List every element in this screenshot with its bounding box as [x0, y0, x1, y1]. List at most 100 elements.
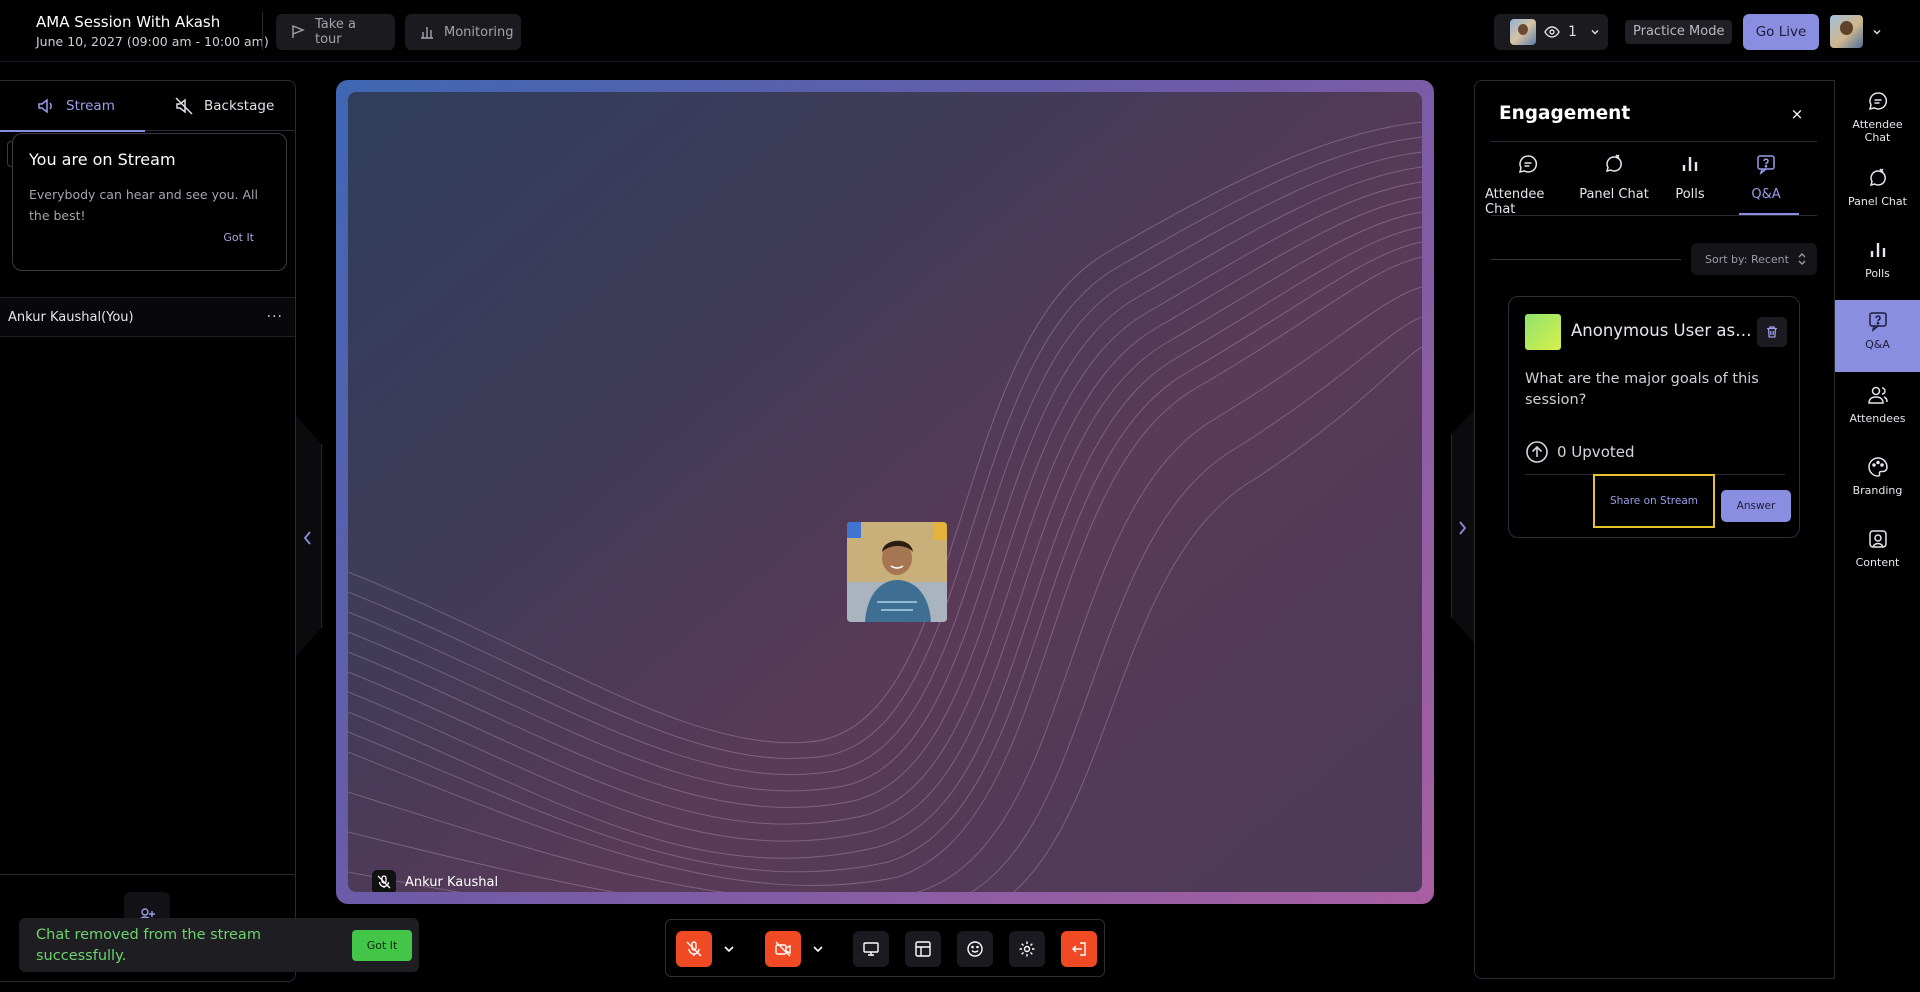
- poll-icon: [1679, 153, 1701, 175]
- rail-branding[interactable]: Branding: [1835, 454, 1920, 514]
- tab-qa-label: Q&A: [1751, 187, 1781, 202]
- upvote-icon: [1525, 440, 1549, 464]
- tab-qa[interactable]: Q&A: [1723, 153, 1809, 202]
- upvote-count[interactable]: 0 Upvoted: [1525, 440, 1635, 464]
- top-header: AMA Session With Akash June 10, 2027 (09…: [0, 0, 1920, 62]
- rail-attendee-chat-label: Attendee Chat: [1852, 118, 1903, 144]
- speaker-icon: [36, 96, 56, 116]
- rail-attendee-chat[interactable]: Attendee Chat: [1835, 88, 1920, 148]
- sort-label: Sort by: Recent: [1705, 252, 1789, 266]
- chevron-left-icon[interactable]: [302, 530, 314, 546]
- settings-button[interactable]: [1009, 931, 1045, 967]
- upvote-label: 0 Upvoted: [1557, 443, 1635, 461]
- monitoring-button[interactable]: Monitoring: [405, 14, 521, 50]
- close-icon[interactable]: ×: [1787, 104, 1807, 124]
- participant-name: Ankur Kaushal(You): [8, 309, 134, 325]
- chevron-down-icon: [722, 942, 736, 956]
- mic-options-button[interactable]: [716, 931, 742, 967]
- presenter-photo: [847, 522, 947, 622]
- chevron-right-icon[interactable]: [1456, 520, 1468, 536]
- camera-options-button[interactable]: [805, 931, 831, 967]
- asker-name: Anonymous User asked: [1571, 321, 1753, 340]
- tab-panel-chat[interactable]: Panel Chat: [1571, 153, 1657, 202]
- stream-stage: Ankur Kaushal: [336, 80, 1434, 904]
- answer-button[interactable]: Answer: [1721, 490, 1791, 522]
- monitor-icon: [862, 940, 880, 958]
- panel-divider: [0, 874, 295, 875]
- rail-polls[interactable]: Polls: [1835, 237, 1920, 297]
- chevron-down-icon[interactable]: [1871, 26, 1883, 38]
- tab-polls[interactable]: Polls: [1647, 153, 1733, 202]
- chat-icon: [1517, 153, 1539, 175]
- sort-dropdown[interactable]: Sort by: Recent: [1691, 243, 1817, 275]
- camera-toggle-button[interactable]: [765, 931, 801, 967]
- chevron-down-icon: [811, 942, 825, 956]
- rail-attendees-label: Attendees: [1849, 412, 1906, 425]
- filter-underline: [1491, 259, 1681, 260]
- rail-qa[interactable]: Q&A: [1835, 300, 1920, 372]
- engagement-title: Engagement: [1499, 103, 1631, 124]
- tab-attendee-chat[interactable]: Attendee Chat: [1485, 153, 1571, 217]
- chat-icon: [1867, 90, 1889, 112]
- tabs-divider: [1491, 215, 1817, 216]
- leave-button[interactable]: [1061, 931, 1097, 967]
- take-tour-button[interactable]: Take a tour: [276, 14, 395, 50]
- tab-attendee-chat-label: Attendee Chat: [1485, 187, 1545, 217]
- participant-row[interactable]: Ankur Kaushal(You) ···: [0, 297, 295, 337]
- chevron-down-icon: [1589, 26, 1601, 38]
- camera-off-icon: [774, 940, 792, 958]
- more-options-icon[interactable]: ···: [267, 309, 283, 325]
- presenter-label: Ankur Kaushal: [372, 870, 498, 892]
- layout-icon: [914, 940, 932, 958]
- share-on-stream-button[interactable]: Share on Stream: [1593, 474, 1715, 528]
- smiley-icon: [966, 940, 984, 958]
- on-stream-message: Everybody can hear and see you. All the …: [29, 187, 258, 223]
- rail-panel-chat-label: Panel Chat: [1848, 195, 1907, 208]
- layout-button[interactable]: [905, 931, 941, 967]
- user-avatar[interactable]: [1830, 15, 1863, 48]
- rail-qa-label: Q&A: [1865, 338, 1890, 351]
- tab-backstage[interactable]: Backstage: [174, 81, 274, 131]
- tab-panel-chat-label: Panel Chat: [1579, 187, 1649, 202]
- question-text: What are the major goals of this session…: [1525, 371, 1759, 408]
- asker-avatar: [1525, 314, 1561, 350]
- got-it-button[interactable]: Got It: [223, 231, 254, 244]
- eye-icon: [1544, 24, 1560, 40]
- delete-question-button[interactable]: [1757, 317, 1787, 347]
- rail-content[interactable]: Content: [1835, 526, 1920, 586]
- toast-got-it-button[interactable]: Got It: [352, 930, 412, 961]
- title-divider: [1491, 141, 1817, 142]
- engagement-panel: Engagement × Attendee Chat Panel Chat Po…: [1474, 80, 1834, 979]
- presenter-name: Ankur Kaushal: [405, 874, 499, 890]
- session-date: June 10, 2027 (09:00 am - 10:00 am): [36, 34, 269, 49]
- mic-toggle-button[interactable]: [676, 931, 712, 967]
- qa-icon: [1867, 310, 1889, 332]
- screen-share-button[interactable]: [853, 931, 889, 967]
- take-tour-label: Take a tour: [315, 17, 356, 47]
- trash-icon: [1765, 325, 1779, 339]
- rail-polls-label: Polls: [1865, 267, 1890, 280]
- viewer-avatar: [1510, 19, 1536, 45]
- active-tab-indicator: [1739, 213, 1799, 215]
- header-divider: [262, 12, 263, 50]
- tab-stream-label: Stream: [66, 98, 115, 114]
- rail-panel-chat[interactable]: Panel Chat: [1835, 165, 1920, 225]
- viewer-count-dropdown[interactable]: 1: [1494, 14, 1608, 50]
- reactions-button[interactable]: [957, 931, 993, 967]
- stream-tabs: Stream Backstage: [0, 81, 295, 132]
- sort-icon: [1797, 252, 1807, 266]
- go-live-button[interactable]: Go Live: [1743, 14, 1819, 50]
- content-icon: [1867, 528, 1889, 550]
- toast-message: Chat removed from the stream successfull…: [36, 927, 261, 964]
- poll-icon: [1867, 239, 1889, 261]
- question-card: Anonymous User asked What are the major …: [1508, 296, 1800, 538]
- exit-icon: [1070, 940, 1088, 958]
- media-toolbar: [665, 919, 1105, 977]
- practice-mode-badge[interactable]: Practice Mode: [1625, 20, 1733, 44]
- mic-off-icon: [372, 870, 396, 892]
- tab-backstage-label: Backstage: [204, 98, 275, 114]
- rail-attendees[interactable]: Attendees: [1835, 382, 1920, 442]
- tab-stream[interactable]: Stream: [0, 81, 145, 132]
- session-title: AMA Session With Akash: [36, 13, 221, 31]
- flag-icon: [290, 24, 306, 40]
